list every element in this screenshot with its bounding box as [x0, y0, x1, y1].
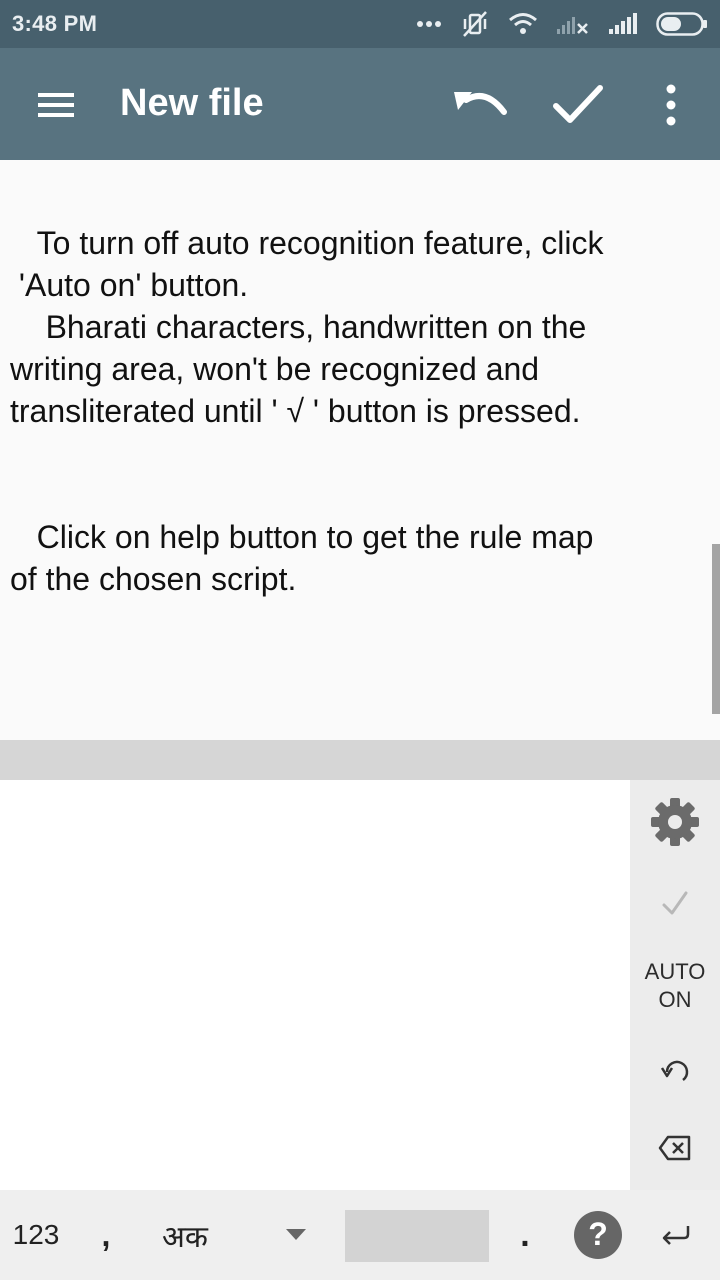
instruction-paragraph-help: Click on help button to get the rule map… [10, 519, 594, 597]
wifi-icon [508, 12, 538, 36]
numbers-key[interactable]: 123 [0, 1190, 72, 1280]
auto-label: AUTO [644, 959, 706, 984]
status-time: 3:48 PM [12, 11, 98, 36]
keyboard-row: 123 , अक . ? [0, 1190, 720, 1280]
handwriting-area[interactable] [0, 780, 630, 1190]
on-label: ON [658, 987, 692, 1012]
overflow-menu-icon[interactable] [656, 78, 686, 132]
comma-key[interactable]: , [86, 1190, 126, 1280]
page-title: New file [120, 82, 264, 124]
check-icon[interactable] [550, 76, 606, 132]
script-select-key[interactable]: अक [150, 1190, 220, 1280]
signal-icon [608, 13, 638, 35]
dropdown-arrow-icon[interactable] [274, 1190, 318, 1280]
auto-on-button[interactable]: AUTO ON [630, 956, 720, 1016]
scrollbar-thumb[interactable] [712, 544, 720, 714]
app-bar: New file [0, 48, 720, 160]
hamburger-menu-icon[interactable] [30, 84, 82, 126]
help-button[interactable]: ? [570, 1190, 626, 1280]
vibrate-off-icon [460, 9, 490, 39]
status-bar: 3:48 PM [0, 0, 720, 48]
panel-divider [0, 740, 720, 780]
tool-column: AUTO ON [630, 780, 720, 1190]
help-label: ? [588, 1216, 608, 1252]
status-icons [416, 0, 708, 48]
period-key[interactable]: . [510, 1190, 540, 1280]
space-key[interactable] [345, 1210, 489, 1262]
instruction-paragraph-auto: To turn off auto recognition feature, cl… [10, 225, 604, 429]
undo-icon[interactable] [446, 78, 516, 130]
enter-icon[interactable] [646, 1190, 706, 1280]
battery-icon [656, 12, 708, 36]
more-dots-icon [416, 20, 442, 28]
no-signal-icon [556, 13, 590, 35]
settings-gear-icon[interactable] [630, 794, 720, 850]
document-text-area[interactable]: To turn off auto recognition feature, cl… [0, 160, 720, 740]
rotate-undo-icon[interactable] [630, 1050, 720, 1094]
recognize-check-icon[interactable] [630, 878, 720, 928]
backspace-icon[interactable] [630, 1126, 720, 1170]
